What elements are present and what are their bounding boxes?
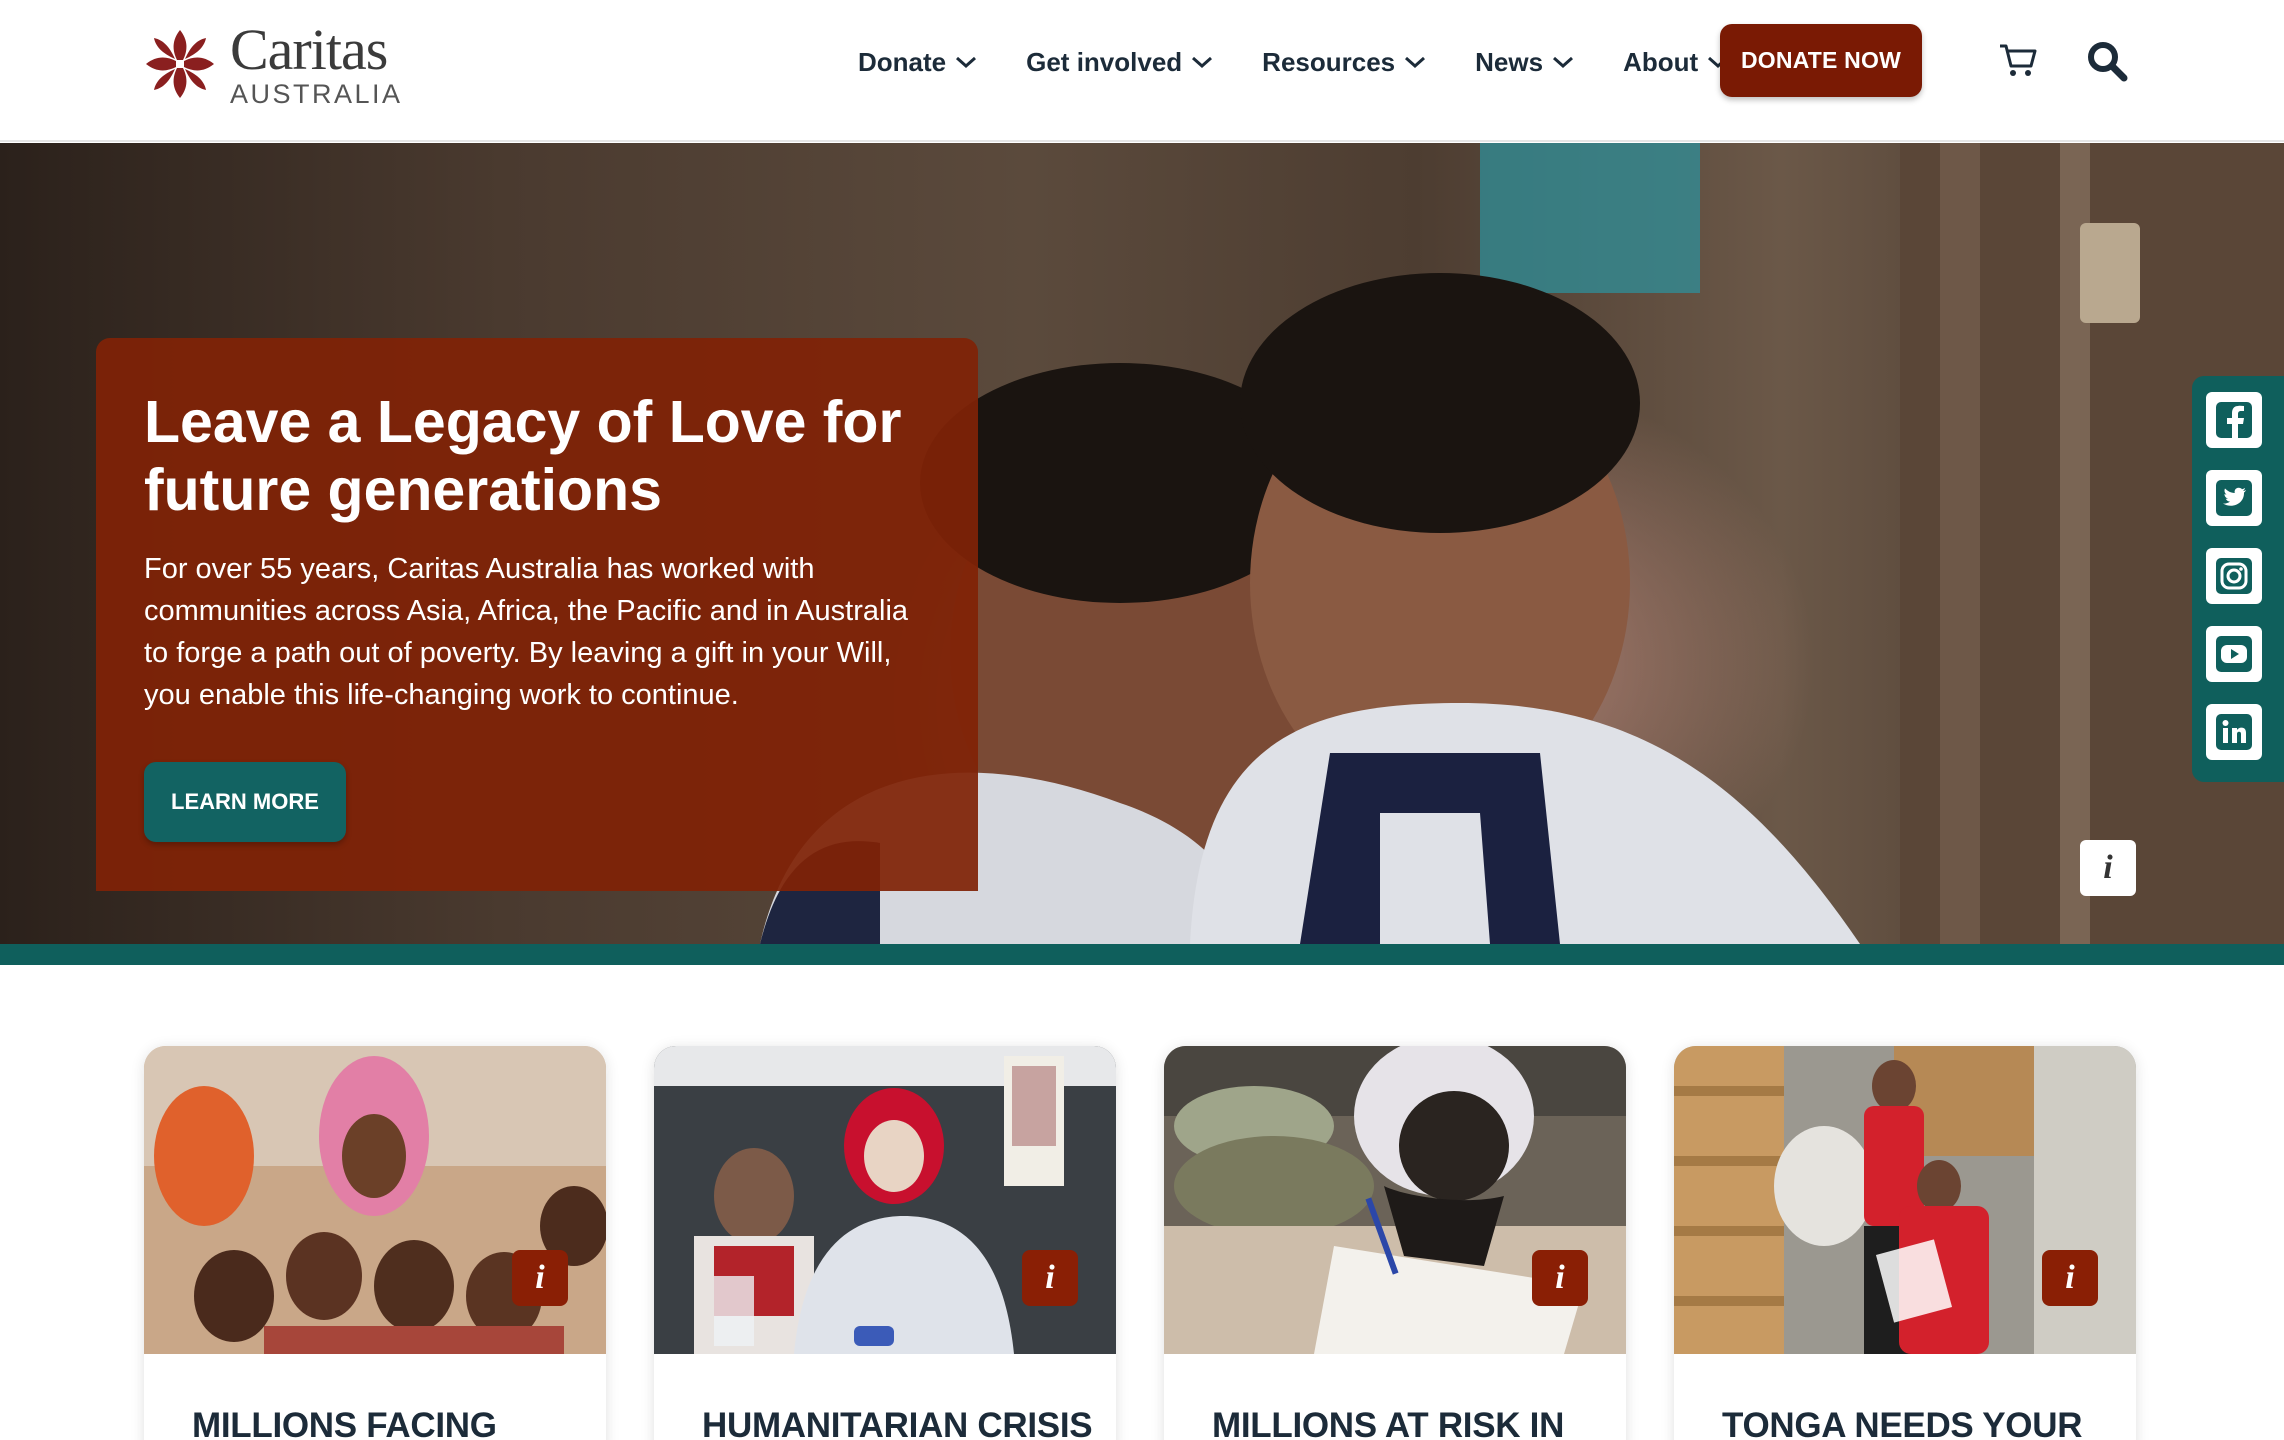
youtube-icon (2216, 636, 2252, 672)
logo-wordmark: Caritas (230, 16, 388, 82)
info-icon: i (2065, 1259, 2075, 1296)
card-info-button[interactable]: i (1022, 1250, 1078, 1306)
card-image (654, 1046, 1116, 1354)
logo-subtitle: AUSTRALIA (230, 78, 403, 109)
hero-divider (0, 944, 2284, 965)
donate-now-button[interactable]: DONATE NOW (1720, 24, 1922, 97)
card-image (144, 1046, 606, 1354)
hero-card: Leave a Legacy of Love for future genera… (96, 338, 978, 891)
appeal-card[interactable]: i TONGA NEEDS YOUR (1674, 1046, 2136, 1440)
info-icon: i (1555, 1259, 1565, 1296)
cart-icon[interactable] (1998, 42, 2038, 78)
card-info-button[interactable]: i (1532, 1250, 1588, 1306)
card-image (1674, 1046, 2136, 1354)
linkedin-button[interactable] (2206, 704, 2262, 760)
main-nav: Donate Get involved Resources News About (858, 38, 1778, 86)
nav-item-label: News (1475, 46, 1544, 77)
youtube-button[interactable] (2206, 626, 2262, 682)
appeal-cards: i MILLIONS FACING i HUMANITARIAN CRISIS (144, 1046, 2136, 1440)
caritas-cross-icon (146, 30, 214, 98)
info-icon: i (2103, 849, 2113, 886)
chevron-down-icon (1192, 56, 1213, 69)
facebook-icon (2216, 402, 2252, 438)
hero-banner: Leave a Legacy of Love for future genera… (0, 143, 2284, 944)
caritas-logo[interactable]: Caritas AUSTRALIA (142, 16, 403, 107)
twitter-icon (2216, 480, 2252, 516)
card-title: TONGA NEEDS YOUR (1722, 1406, 2083, 1440)
nav-item-label: Resources (1262, 46, 1396, 77)
twitter-button[interactable] (2206, 470, 2262, 526)
nav-item-label: About (1623, 46, 1699, 77)
nav-item-label: Donate (858, 46, 947, 77)
instagram-button[interactable] (2206, 548, 2262, 604)
appeal-card[interactable]: i HUMANITARIAN CRISIS (654, 1046, 1116, 1440)
appeal-card[interactable]: i MILLIONS FACING (144, 1046, 606, 1440)
card-info-button[interactable]: i (2042, 1250, 2098, 1306)
card-title: MILLIONS AT RISK IN (1212, 1406, 1565, 1440)
instagram-icon (2216, 558, 2252, 594)
info-icon: i (1045, 1259, 1055, 1296)
card-info-button[interactable]: i (512, 1250, 568, 1306)
nav-item-news[interactable]: News (1475, 47, 1574, 78)
card-title: MILLIONS FACING (192, 1406, 497, 1440)
chevron-down-icon (956, 56, 977, 69)
hero-description: For over 55 years, Caritas Australia has… (144, 553, 909, 711)
linkedin-icon (2216, 714, 2252, 750)
learn-more-button[interactable]: LEARN MORE (144, 762, 346, 842)
nav-item-donate[interactable]: Donate (858, 47, 977, 78)
nav-item-resources[interactable]: Resources (1262, 47, 1426, 78)
facebook-button[interactable] (2206, 392, 2262, 448)
nav-item-label: Get involved (1026, 46, 1183, 77)
nav-item-about[interactable]: About (1623, 47, 1729, 78)
card-title: HUMANITARIAN CRISIS (702, 1406, 1093, 1440)
hero-info-button[interactable]: i (2080, 840, 2136, 896)
appeal-card[interactable]: i MILLIONS AT RISK IN (1164, 1046, 1626, 1440)
info-icon: i (535, 1259, 545, 1296)
site-header: Caritas AUSTRALIA Donate Get involved Re… (0, 0, 2284, 142)
card-image (1164, 1046, 1626, 1354)
search-icon[interactable] (2086, 40, 2128, 82)
social-share-rail (2192, 376, 2284, 782)
hero-title: Leave a Legacy of Love for future genera… (144, 389, 902, 523)
nav-item-get-involved[interactable]: Get involved (1026, 47, 1213, 78)
chevron-down-icon (1553, 56, 1574, 69)
chevron-down-icon (1405, 56, 1426, 69)
